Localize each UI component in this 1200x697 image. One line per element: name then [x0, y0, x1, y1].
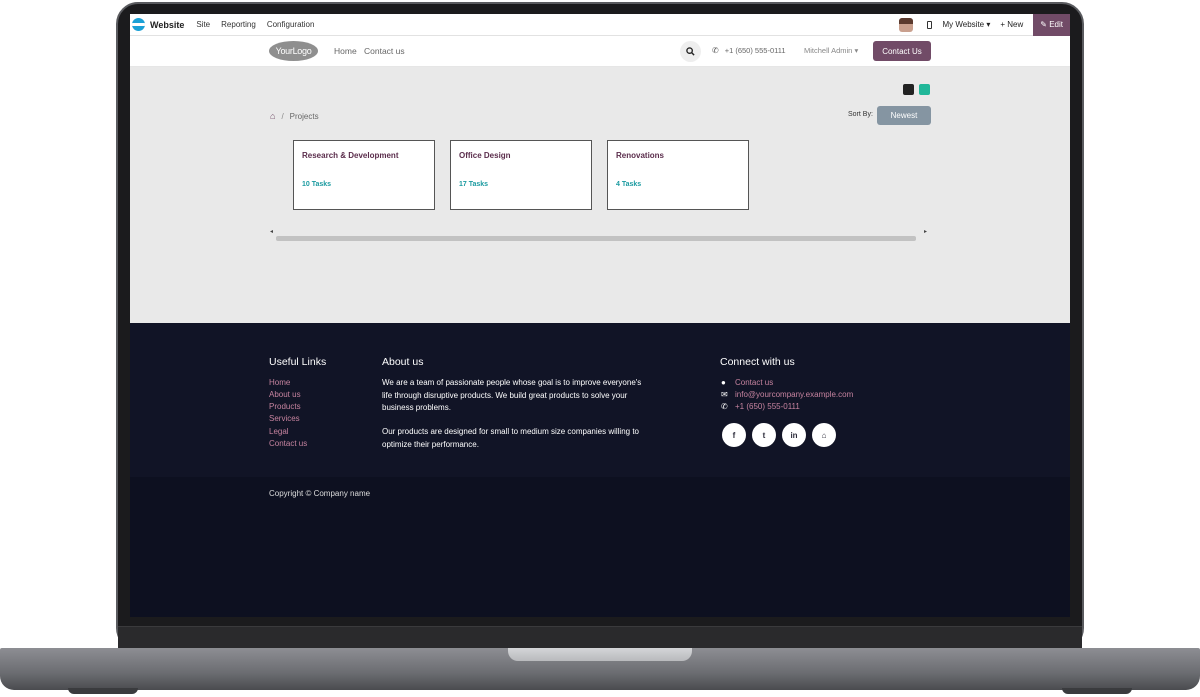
footer-phone-link[interactable]: ✆ +1 (650) 555-0111 — [721, 402, 800, 411]
breadcrumb: ⌂ / Projects — [270, 111, 319, 121]
linkedin-icon[interactable]: in — [782, 423, 806, 447]
footer-email-link[interactable]: ✉ info@yourcompany.example.com — [721, 390, 853, 399]
laptop-notch — [508, 648, 692, 661]
copyright-band — [130, 477, 1070, 617]
envelope-icon: ✉ — [721, 390, 728, 399]
app-name[interactable]: Website — [150, 20, 184, 30]
comment-icon: ● — [721, 378, 726, 387]
breadcrumb-separator: / — [281, 111, 284, 121]
copyright-text: Copyright © Company name — [269, 489, 371, 498]
site-logo[interactable]: YourLogo — [269, 41, 318, 61]
edit-button[interactable]: ✎ Edit — [1033, 14, 1070, 36]
user-avatar[interactable] — [899, 17, 914, 32]
website-app-icon[interactable] — [132, 18, 145, 31]
header-phone-text: +1 (650) 555-0111 — [724, 46, 786, 55]
facebook-icon[interactable]: f — [722, 423, 746, 447]
phone-icon: ✆ — [712, 46, 719, 55]
menu-site[interactable]: Site — [196, 20, 210, 29]
project-tasks[interactable]: 4 Tasks — [616, 181, 641, 188]
grid-view-toggle-icon[interactable] — [903, 84, 914, 95]
about-paragraph-1: We are a team of passionate people whose… — [382, 377, 641, 415]
project-name: Research & Development — [302, 151, 399, 160]
about-paragraph-2: Our products are designed for small to m… — [382, 426, 639, 451]
search-icon — [686, 47, 695, 56]
user-name: Mitchell Admin — [804, 46, 853, 55]
project-card[interactable]: Renovations 4 Tasks — [607, 140, 749, 210]
site-header: YourLogo Home Contact us ✆ +1 (650) 555-… — [130, 36, 1070, 67]
search-button[interactable] — [680, 41, 701, 62]
nav-contact-us[interactable]: Contact us — [364, 46, 405, 56]
new-button[interactable]: + New — [1000, 20, 1023, 29]
nav-home[interactable]: Home — [334, 46, 357, 56]
connect-title: Connect with us — [720, 356, 795, 368]
contact-us-button[interactable]: Contact Us — [873, 41, 931, 61]
project-name: Renovations — [616, 151, 665, 160]
footer-link-about[interactable]: About us — [269, 390, 301, 399]
laptop-foot-left — [68, 688, 138, 694]
phone-icon: ✆ — [721, 402, 728, 411]
screen: Website Site Reporting Configuration My … — [130, 14, 1070, 617]
footer-phone-text: +1 (650) 555-0111 — [735, 402, 800, 411]
user-menu[interactable]: Mitchell Admin ▾ — [804, 46, 858, 55]
footer-link-contact[interactable]: Contact us — [269, 439, 307, 448]
mobile-preview-icon[interactable] — [927, 20, 933, 29]
scroll-left-icon[interactable]: ◂ — [270, 228, 273, 235]
breadcrumb-current: Projects — [289, 111, 319, 121]
footer-link-home[interactable]: Home — [269, 378, 290, 387]
footer-contact-text: Contact us — [735, 378, 774, 387]
project-card[interactable]: Office Design 17 Tasks — [450, 140, 592, 210]
sort-label: Sort By: — [848, 111, 873, 118]
admin-bar: Website Site Reporting Configuration My … — [130, 14, 1070, 36]
footer-link-legal[interactable]: Legal — [269, 427, 289, 436]
about-line: business problems. — [382, 403, 451, 412]
about-line: Our products are designed for small to m… — [382, 427, 640, 436]
footer-contact-link[interactable]: ● Contact us — [721, 378, 773, 387]
footer-link-products[interactable]: Products — [269, 402, 301, 411]
about-line: We are a team of passionate people whose… — [382, 378, 642, 387]
project-tasks[interactable]: 17 Tasks — [459, 181, 488, 188]
laptop-mockup: Website Site Reporting Configuration My … — [0, 0, 1200, 697]
project-card[interactable]: Research & Development 10 Tasks — [293, 140, 435, 210]
about-title: About us — [382, 356, 424, 368]
project-name: Office Design — [459, 151, 511, 160]
horizontal-scrollbar[interactable] — [276, 236, 916, 241]
project-tasks[interactable]: 10 Tasks — [302, 181, 331, 188]
caret-down-icon: ▾ — [852, 46, 859, 55]
laptop-chin — [118, 626, 1082, 648]
list-view-toggle-icon[interactable] — [919, 84, 930, 95]
about-line: life through disruptive products. We bui… — [382, 390, 628, 400]
site-footer: Useful Links Home About us Products Serv… — [130, 323, 1070, 617]
header-phone[interactable]: ✆ +1 (650) 555-0111 — [712, 46, 786, 55]
footer-email-text: info@yourcompany.example.com — [735, 390, 854, 399]
menu-configuration[interactable]: Configuration — [267, 20, 315, 29]
twitter-icon[interactable]: t — [752, 423, 776, 447]
sort-dropdown[interactable]: Newest — [877, 106, 931, 125]
home-icon[interactable]: ⌂ — [812, 423, 836, 447]
useful-links-title: Useful Links — [269, 356, 327, 368]
laptop-foot-right — [1062, 688, 1132, 694]
footer-link-services[interactable]: Services — [269, 414, 300, 423]
menu-reporting[interactable]: Reporting — [221, 20, 256, 29]
home-icon[interactable]: ⌂ — [270, 111, 275, 121]
about-line: optimize their performance. — [382, 439, 479, 449]
scroll-right-icon[interactable]: ▸ — [924, 228, 927, 235]
my-website-dropdown[interactable]: My Website ▾ — [942, 20, 990, 29]
